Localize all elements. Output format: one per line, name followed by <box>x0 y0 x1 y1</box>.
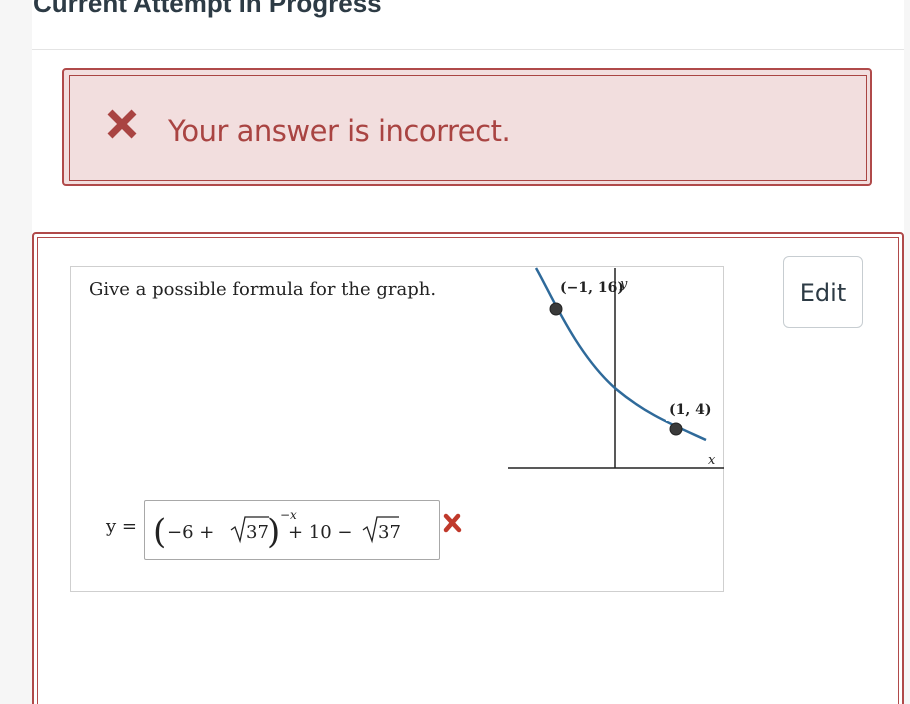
point-a-label: (−1, 16) <box>560 280 624 296</box>
wrong-x-icon <box>443 513 462 533</box>
x-icon <box>107 109 137 139</box>
title-divider <box>32 49 904 50</box>
point-b <box>669 422 683 436</box>
point-b-label: (1, 4) <box>669 402 711 418</box>
page-title: Current Attempt in Progress <box>33 0 382 18</box>
left-gutter <box>0 0 32 704</box>
graph: (−1, 16) (1, 4) y x <box>506 264 726 474</box>
graph-svg: (−1, 16) (1, 4) y x <box>508 267 724 469</box>
close-paren: ) <box>267 512 280 552</box>
answer-part-1: −6 + <box>167 522 214 543</box>
right-gutter <box>904 0 910 704</box>
point-a <box>549 302 563 316</box>
edit-button[interactable]: Edit <box>783 256 863 328</box>
error-message: Your answer is incorrect. <box>168 114 511 148</box>
x-axis-label: x <box>708 453 716 468</box>
error-banner-inner: Your answer is incorrect. <box>69 75 867 181</box>
exponent: −x <box>280 509 297 522</box>
open-paren: ( <box>153 512 166 552</box>
error-banner: Your answer is incorrect. <box>62 68 872 186</box>
answer-part-2: + 10 − <box>288 522 353 543</box>
answer-field[interactable]: ( −6 + 37 ) −x + 10 − 37 <box>144 500 440 560</box>
page: Current Attempt in Progress Your answer … <box>0 0 910 704</box>
question-prompt: Give a possible formula for the graph. <box>89 279 437 300</box>
radicand-1: 37 <box>246 522 269 543</box>
y-axis-label: y <box>619 277 628 292</box>
equation-lhs: y = <box>106 516 137 537</box>
radicand-2: 37 <box>378 522 401 543</box>
answer-math: ( −6 + 37 ) −x + 10 − 37 <box>153 509 401 552</box>
